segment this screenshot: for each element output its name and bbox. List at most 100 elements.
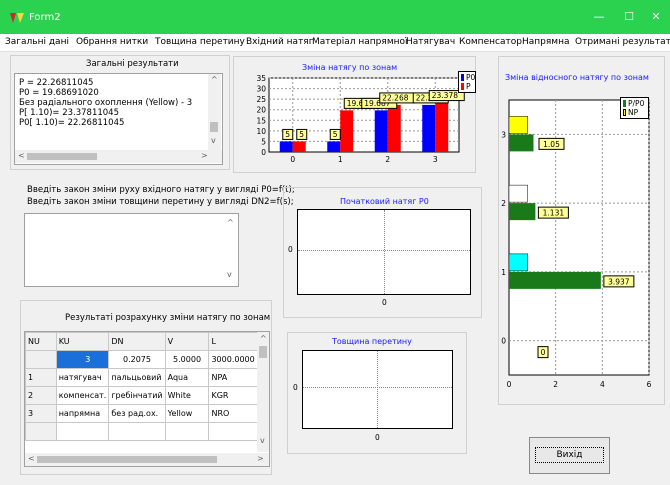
x-tick-label: 2 xyxy=(553,380,558,389)
scroll-left-icon[interactable]: < xyxy=(18,151,25,160)
minimize-button[interactable]: — xyxy=(588,8,610,26)
legend-label-p0: P0 xyxy=(466,73,476,82)
grid-vscroll[interactable]: ^ v xyxy=(257,332,269,452)
bar-p0 xyxy=(327,141,341,152)
table-row[interactable] xyxy=(25,422,259,441)
y-tick-label: 0 xyxy=(501,337,506,346)
relative-legend: P/P0 NP xyxy=(620,97,649,119)
table-cell[interactable]: 5.0000 xyxy=(164,350,210,369)
y-tick-label: 25 xyxy=(256,95,266,104)
menu-guide[interactable]: Напрямна xyxy=(522,37,569,47)
menu-thread-selection[interactable]: Обрання нитки xyxy=(76,37,148,47)
scroll-right-icon[interactable]: > xyxy=(257,454,264,463)
relative-chart-title: Зміна відносного натягу по зонам xyxy=(505,73,649,82)
data-label: 5 xyxy=(285,130,290,139)
table-row[interactable]: 2 компенсат. гребінчатий White KGR xyxy=(25,386,259,405)
data-label: 5 xyxy=(333,130,338,139)
results-table-title: Результаті розрахунку зміни натягу по зо… xyxy=(65,313,271,323)
menu-section-thickness[interactable]: Товщина перетину xyxy=(155,37,245,47)
menu-results[interactable]: Отримані результати xyxy=(575,37,670,47)
results-vscroll[interactable]: ^ v xyxy=(208,74,221,150)
x-tick-label: 0 xyxy=(375,433,380,442)
scroll-up-icon[interactable]: ^ xyxy=(260,334,267,343)
scroll-right-icon[interactable]: > xyxy=(201,151,208,160)
x-tick-label: 3 xyxy=(433,155,438,164)
results-memo[interactable]: P = 22.26811045 P0 = 19.68691020 Без рад… xyxy=(14,73,223,165)
law-input-vscroll[interactable]: ^ v xyxy=(224,214,237,286)
data-label: 23.378 xyxy=(432,91,458,100)
scroll-down-icon[interactable]: v xyxy=(260,436,265,445)
close-button[interactable]: ✕ xyxy=(645,8,667,26)
table-cell[interactable]: 0.2075 xyxy=(108,350,166,369)
bar-p0 xyxy=(374,110,388,152)
menu-input-tension[interactable]: Вхідний натяг xyxy=(246,37,313,47)
table-cell[interactable]: Yellow xyxy=(164,404,210,423)
bar-pp0 xyxy=(509,203,536,221)
table-row[interactable]: 1 натягувач пальцьовий Aqua NPA xyxy=(25,368,259,387)
bar-p0 xyxy=(279,141,293,152)
table-cell[interactable]: без рад.ох. xyxy=(108,404,166,423)
scroll-up-icon[interactable]: ^ xyxy=(227,218,234,227)
legend-swatch-p xyxy=(461,83,464,90)
bar-np xyxy=(508,253,528,272)
scroll-left-icon[interactable]: < xyxy=(28,454,35,463)
scroll-thumb[interactable] xyxy=(259,346,267,358)
table-cell[interactable]: NRO xyxy=(208,404,259,423)
menu-guide-material[interactable]: Матеріал напрямної xyxy=(312,37,408,47)
table-cell[interactable]: натягувач xyxy=(55,368,110,387)
table-cell[interactable]: гребінчатий xyxy=(108,386,166,405)
table-row[interactable]: 3 0.2075 5.0000 3000.0000 xyxy=(25,350,259,369)
selected-cell[interactable]: 3 xyxy=(55,350,110,369)
table-cell[interactable] xyxy=(55,422,110,441)
x-tick-label: 0 xyxy=(290,155,295,164)
table-cell[interactable] xyxy=(208,422,259,441)
menu-compensator[interactable]: Компенсатор xyxy=(459,37,522,47)
result-line: P[ 1.10)= 23.37811045 xyxy=(19,108,119,118)
table-cell[interactable]: NPA xyxy=(208,368,259,387)
grid-header-cell: NU xyxy=(25,332,57,351)
y-tick-label: 10 xyxy=(256,127,266,136)
table-cell[interactable]: KGR xyxy=(208,386,259,405)
results-title: Загальні результати xyxy=(86,59,179,69)
result-line: P0[ 1.10)= 22.26811045 xyxy=(19,118,125,128)
table-cell[interactable] xyxy=(108,422,166,441)
table-cell[interactable]: 3000.0000 xyxy=(208,350,259,369)
table-cell[interactable]: Aqua xyxy=(164,368,210,387)
table-cell xyxy=(25,422,57,441)
plot-grid-line xyxy=(303,387,452,388)
x-tick-label: 0 xyxy=(507,380,512,389)
menu-tensioner[interactable]: Натягувач xyxy=(406,37,455,47)
tension-chart: 051015202530350 1 2 35 5 519.68719.68722.268 2… xyxy=(256,74,465,164)
table-cell[interactable] xyxy=(164,422,210,441)
table-cell: 1 xyxy=(25,368,57,387)
table-row[interactable]: 3 напрямна без рад.ох. Yellow NRO xyxy=(25,404,259,423)
scroll-thumb[interactable] xyxy=(37,456,217,463)
y-tick-label: 0 xyxy=(293,383,298,392)
scroll-down-icon[interactable]: v xyxy=(227,270,232,279)
maximize-button[interactable]: ☐ xyxy=(618,8,640,26)
thickness-title: Товщина перетину xyxy=(332,337,412,346)
data-label: 1.131 xyxy=(543,209,565,218)
table-cell[interactable]: компенсат. xyxy=(55,386,110,405)
scroll-thumb[interactable] xyxy=(27,153,97,160)
y-tick-label: 20 xyxy=(256,106,266,115)
legend-swatch-np xyxy=(623,109,626,116)
results-hscroll[interactable]: < > xyxy=(15,150,222,163)
input-instruction-p0: Введіть закон зміни руху вхідного натягу… xyxy=(27,185,295,195)
results-grid[interactable]: NU KU DN V L 3 0.2075 5.0000 3000.0000 1… xyxy=(24,331,270,467)
plot-grid-line xyxy=(298,250,470,251)
law-input-memo[interactable]: ^ v xyxy=(24,213,239,287)
scroll-down-icon[interactable]: v xyxy=(211,136,216,145)
y-tick-label: 5 xyxy=(261,137,266,146)
table-cell[interactable]: White xyxy=(164,386,210,405)
bar-p xyxy=(435,102,449,152)
scroll-thumb[interactable] xyxy=(210,122,218,132)
y-tick-label: 15 xyxy=(256,116,266,125)
table-cell[interactable]: пальцьовий xyxy=(108,368,166,387)
table-cell[interactable]: напрямна xyxy=(55,404,110,423)
exit-button[interactable]: Вихід xyxy=(529,437,610,474)
grid-hscroll[interactable]: < > xyxy=(25,453,269,466)
scroll-up-icon[interactable]: ^ xyxy=(211,75,218,84)
data-label: 3.937 xyxy=(608,277,630,286)
menu-general-data[interactable]: Загальні дані xyxy=(5,37,69,47)
